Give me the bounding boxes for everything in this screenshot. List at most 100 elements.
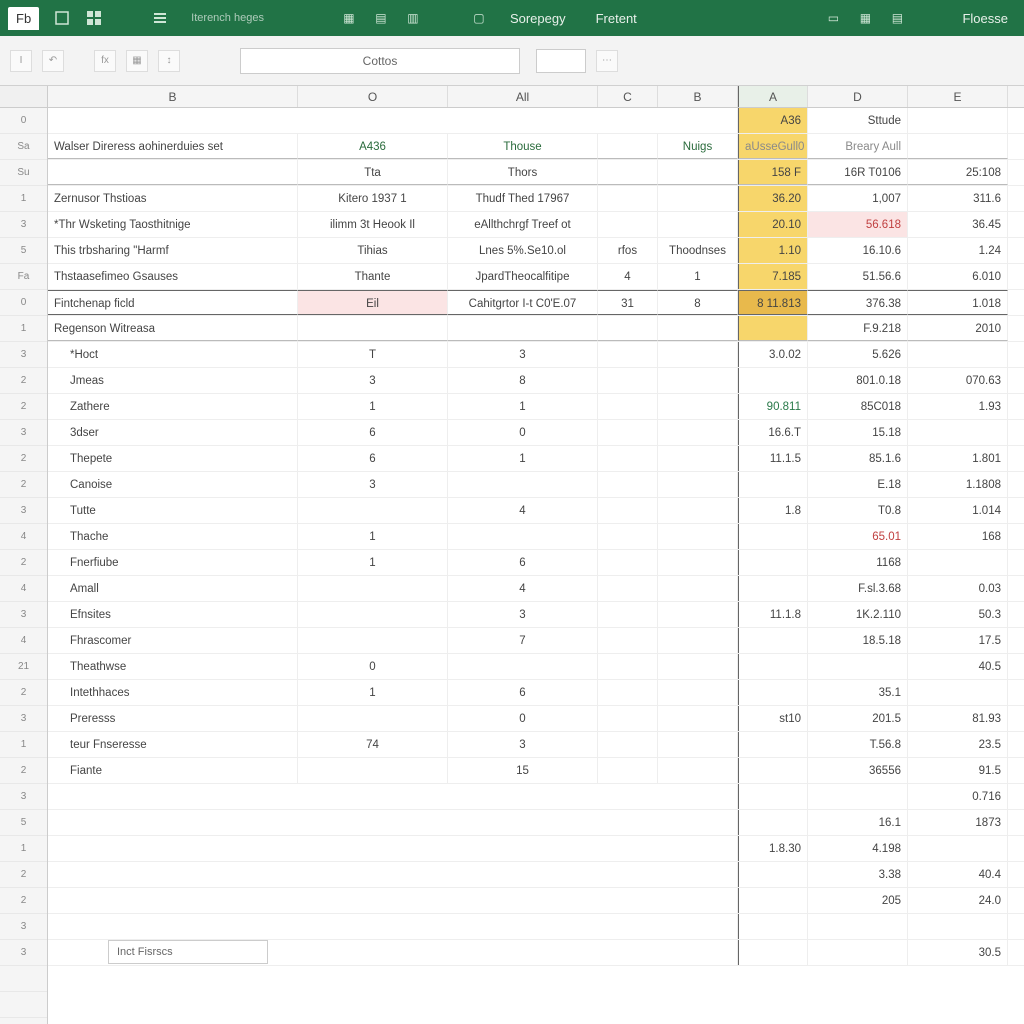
rowhead[interactable]: 2 bbox=[0, 680, 47, 706]
ribbon-menu-4[interactable]: Floesse bbox=[954, 7, 1016, 30]
cell[interactable]: 8 bbox=[448, 368, 598, 393]
cell[interactable] bbox=[738, 940, 808, 965]
rowhead[interactable]: 3 bbox=[0, 706, 47, 732]
cell[interactable]: 7 bbox=[448, 628, 598, 653]
cell[interactable] bbox=[298, 576, 448, 601]
cell[interactable] bbox=[658, 498, 738, 523]
cell-label[interactable]: Fhrascomer bbox=[48, 628, 298, 653]
cell[interactable] bbox=[738, 862, 808, 887]
cell[interactable] bbox=[448, 472, 598, 497]
title-cell[interactable]: Walser Direress aohinerduies set bbox=[48, 134, 298, 159]
cell[interactable]: 85C018 bbox=[808, 394, 908, 419]
cell[interactable] bbox=[658, 680, 738, 705]
cell[interactable]: 56.618 bbox=[808, 212, 908, 237]
cell[interactable]: 31 bbox=[598, 290, 658, 315]
cell[interactable]: 1.93 bbox=[908, 394, 1008, 419]
rowhead[interactable]: 4 bbox=[0, 576, 47, 602]
cell[interactable]: 11.1.5 bbox=[738, 446, 808, 471]
cell[interactable] bbox=[658, 160, 738, 185]
zoom-input[interactable] bbox=[536, 49, 586, 73]
cell[interactable] bbox=[598, 446, 658, 471]
cell[interactable] bbox=[738, 732, 808, 757]
cell-label[interactable]: Intethhaces bbox=[48, 680, 298, 705]
cell[interactable]: Breary Aull bbox=[808, 134, 908, 159]
cell[interactable]: eAllthchrgf Treef ot bbox=[448, 212, 598, 237]
cell-label[interactable]: Fnerfiube bbox=[48, 550, 298, 575]
cell[interactable]: 1.801 bbox=[908, 446, 1008, 471]
cell[interactable]: 3 bbox=[298, 368, 448, 393]
cell[interactable] bbox=[658, 732, 738, 757]
cell[interactable] bbox=[448, 654, 598, 679]
cell[interactable]: 1873 bbox=[908, 810, 1008, 835]
cell[interactable] bbox=[658, 368, 738, 393]
cell[interactable] bbox=[298, 498, 448, 523]
colhead-e[interactable]: E bbox=[908, 86, 1008, 107]
cell[interactable] bbox=[598, 680, 658, 705]
cell-label[interactable]: Canoise bbox=[48, 472, 298, 497]
colhead-o[interactable]: O bbox=[298, 86, 448, 107]
colhead-d[interactable]: D bbox=[808, 86, 908, 107]
cell[interactable]: 1 bbox=[298, 550, 448, 575]
cell[interactable]: Nuigs bbox=[658, 134, 738, 159]
cell-label[interactable]: Fiante bbox=[48, 758, 298, 783]
rowhead[interactable]: 4 bbox=[0, 524, 47, 550]
rowhead[interactable]: 5 bbox=[0, 238, 47, 264]
cell[interactable]: 1.10 bbox=[738, 238, 808, 263]
cell[interactable] bbox=[598, 550, 658, 575]
cell[interactable] bbox=[738, 576, 808, 601]
cell[interactable]: E.18 bbox=[808, 472, 908, 497]
bars-icon[interactable] bbox=[151, 9, 169, 27]
cell[interactable]: 1 bbox=[298, 524, 448, 549]
cell[interactable]: 3.38 bbox=[808, 862, 908, 887]
undo-icon[interactable]: ↶ bbox=[42, 50, 64, 72]
cell[interactable]: 17.5 bbox=[908, 628, 1008, 653]
cell[interactable]: 91.5 bbox=[908, 758, 1008, 783]
cell-label[interactable]: Preresss bbox=[48, 706, 298, 731]
ribbon-menu-2[interactable]: Sorepegy bbox=[502, 7, 574, 30]
sheet-icon[interactable]: ▤ bbox=[888, 9, 906, 27]
cell[interactable]: T.56.8 bbox=[808, 732, 908, 757]
cell[interactable] bbox=[808, 654, 908, 679]
cell[interactable] bbox=[658, 654, 738, 679]
cell[interactable]: Thouse bbox=[448, 134, 598, 159]
cell[interactable]: 8 bbox=[658, 290, 738, 315]
rowhead[interactable]: 3 bbox=[0, 940, 47, 966]
cell[interactable] bbox=[908, 836, 1008, 861]
rowhead[interactable]: 1 bbox=[0, 732, 47, 758]
cell[interactable]: 201.5 bbox=[808, 706, 908, 731]
cell[interactable]: 205 bbox=[808, 888, 908, 913]
cell[interactable]: 3 bbox=[298, 472, 448, 497]
cell[interactable] bbox=[738, 550, 808, 575]
cell[interactable] bbox=[48, 160, 298, 185]
grid-icon[interactable] bbox=[85, 9, 103, 27]
cell[interactable]: 15.18 bbox=[808, 420, 908, 445]
rowhead[interactable]: Fa bbox=[0, 264, 47, 290]
cell[interactable] bbox=[658, 550, 738, 575]
cell[interactable]: 1,007 bbox=[808, 186, 908, 211]
cell-label[interactable]: Thache bbox=[48, 524, 298, 549]
cell[interactable] bbox=[48, 108, 738, 133]
cell[interactable]: 7.185 bbox=[738, 264, 808, 289]
cell-label[interactable]: teur Fnseresse bbox=[48, 732, 298, 757]
cell[interactable]: 36.20 bbox=[738, 186, 808, 211]
cell[interactable]: 6 bbox=[448, 680, 598, 705]
rowhead[interactable]: 2 bbox=[0, 862, 47, 888]
cell[interactable]: 0.716 bbox=[908, 784, 1008, 809]
cell-label[interactable]: Zathere bbox=[48, 394, 298, 419]
cell[interactable] bbox=[598, 706, 658, 731]
cell[interactable] bbox=[658, 576, 738, 601]
cell[interactable]: Lnes 5%.Se10.ol bbox=[448, 238, 598, 263]
cell[interactable]: 6 bbox=[298, 420, 448, 445]
rowhead[interactable]: 3 bbox=[0, 914, 47, 940]
cell[interactable] bbox=[658, 758, 738, 783]
cell-label[interactable]: Amall bbox=[48, 576, 298, 601]
sort-icon[interactable]: ↕ bbox=[158, 50, 180, 72]
cell[interactable]: F.9.218 bbox=[808, 316, 908, 341]
cell[interactable]: 5.626 bbox=[808, 342, 908, 367]
cell[interactable] bbox=[298, 706, 448, 731]
cell[interactable]: 1.8.30 bbox=[738, 836, 808, 861]
cell[interactable]: 50.3 bbox=[908, 602, 1008, 627]
file-tab[interactable]: Fb bbox=[8, 7, 39, 30]
cell[interactable]: 36556 bbox=[808, 758, 908, 783]
cell[interactable]: 2010 bbox=[908, 316, 1008, 341]
